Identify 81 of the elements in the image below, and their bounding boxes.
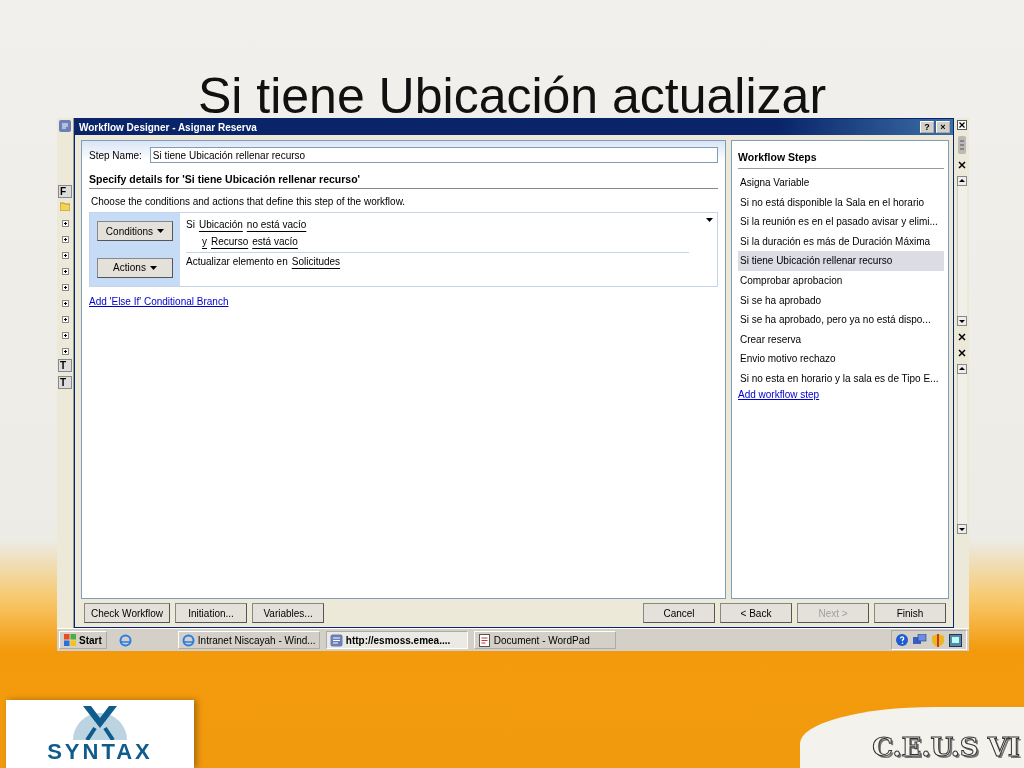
step-item[interactable]: Si tiene Ubicación rellenar recurso: [738, 251, 944, 271]
dialog-button[interactable]: Cancel: [643, 603, 715, 623]
shield-icon: [932, 633, 944, 647]
menu-button[interactable]: Conditions: [97, 221, 173, 242]
scroll-down-icon: [956, 316, 967, 326]
window-title: Workflow Designer - Asignar Reserva: [79, 121, 257, 133]
panel-tab[interactable]: T: [58, 376, 72, 389]
network-icon: [913, 633, 927, 647]
folder-icon: [60, 202, 70, 211]
field-link[interactable]: no está vacío: [246, 216, 307, 233]
dialog-button[interactable]: Initiation...: [175, 603, 248, 623]
caret-icon: [149, 265, 157, 270]
panel-tab[interactable]: T: [58, 359, 72, 372]
step-item[interactable]: Si la reunión es en el pasado avisar y elimi...: [738, 212, 944, 232]
dialog-button[interactable]: Variables...: [252, 603, 325, 623]
expand-icon: [61, 348, 69, 355]
caret-icon: [157, 229, 165, 234]
expand-icon: [61, 300, 69, 307]
expand-icon: [61, 284, 69, 291]
logo-text: SYNTAX: [47, 740, 153, 764]
section-heading: Specify details for 'Si tiene Ubicación rellenar recurso': [89, 173, 718, 189]
field-link[interactable]: Ubicación: [198, 216, 243, 233]
step-item[interactable]: Comprobar aprobacion: [738, 270, 944, 291]
add-step-link[interactable]: Add workflow step: [738, 388, 944, 400]
dialog-button[interactable]: < Back: [720, 603, 792, 623]
help-icon: [896, 634, 908, 646]
app-icon: [329, 633, 343, 647]
close-icon: [956, 160, 967, 170]
step-item[interactable]: Si no está disponible la Sala en el horario: [738, 192, 944, 213]
step-name-field[interactable]: Si tiene Ubicación rellenar recurso: [149, 147, 718, 163]
taskbar-button[interactable]: Document - WordPad: [473, 631, 616, 649]
dropdown-icon: [706, 218, 713, 222]
slide-title: Si tiene Ubicación actualizar: [197, 68, 827, 124]
expand-icon: [61, 268, 69, 275]
title-bar-button[interactable]: ×: [936, 121, 950, 133]
expand-icon: [61, 220, 69, 227]
step-item[interactable]: Si no esta en horario y la sala es de Tipo E...: [738, 368, 944, 389]
description-text: Choose the conditions and actions that define this step of the workflow.: [91, 196, 407, 207]
step-item[interactable]: Si se ha aprobado: [738, 290, 944, 311]
scrollbar[interactable]: [956, 364, 967, 534]
field-link[interactable]: Solicitudes: [291, 255, 341, 268]
menu-button[interactable]: Actions: [97, 257, 173, 278]
expand-icon: [61, 316, 69, 323]
logo-text: C.E.U.S VI: [872, 732, 1020, 762]
step-item[interactable]: Asigna Variable: [738, 173, 944, 193]
dialog-button[interactable]: Check Workflow: [84, 603, 171, 623]
step-item[interactable]: Envio motivo rechazo: [738, 349, 944, 369]
monitor-icon: [949, 633, 962, 647]
expand-icon: [61, 332, 69, 339]
field-link[interactable]: Recurso: [211, 233, 249, 250]
taskbar-button[interactable]: Intranet Niscayah - Wind...: [177, 631, 320, 649]
title-bar-button[interactable]: ?: [920, 121, 934, 133]
add-branch-link[interactable]: Add 'Else If' Conditional Branch: [89, 296, 718, 307]
close-icon: [956, 120, 967, 130]
scrollbar[interactable]: [956, 176, 967, 326]
rule-text: Si: [186, 218, 195, 232]
field-link[interactable]: y: [202, 233, 207, 250]
rule-text: Actualizar elemento en: [186, 255, 288, 268]
start-button[interactable]: Start: [59, 631, 107, 649]
step-item[interactable]: Si se ha aprobado, pero ya no está dispo...: [738, 310, 944, 330]
close-icon: [956, 332, 967, 342]
dialog-button[interactable]: Finish: [874, 603, 946, 623]
steps-heading: Workflow Steps: [738, 151, 944, 169]
scroll-up-icon: [956, 176, 967, 186]
scroll-up-icon: [956, 364, 967, 374]
field-label: Step Name:: [89, 149, 142, 161]
browser-icon: [181, 633, 195, 647]
app-icon: [59, 120, 71, 132]
browser-icon: [118, 633, 132, 647]
step-item[interactable]: Crear reserva: [738, 329, 944, 350]
taskbar-button[interactable]: http://esmoss.emea....: [325, 631, 468, 649]
windows-flag-icon: [64, 634, 76, 646]
grip-icon: [957, 136, 966, 154]
document-icon: [477, 633, 491, 647]
expand-icon: [61, 236, 69, 243]
close-icon: [956, 348, 967, 358]
expand-icon: [61, 252, 69, 259]
field-link[interactable]: está vacío: [252, 233, 298, 250]
step-item[interactable]: Si la duración es más de Duración Máxima: [738, 231, 944, 252]
panel-tab[interactable]: F: [58, 185, 72, 198]
scroll-down-icon: [956, 524, 967, 534]
